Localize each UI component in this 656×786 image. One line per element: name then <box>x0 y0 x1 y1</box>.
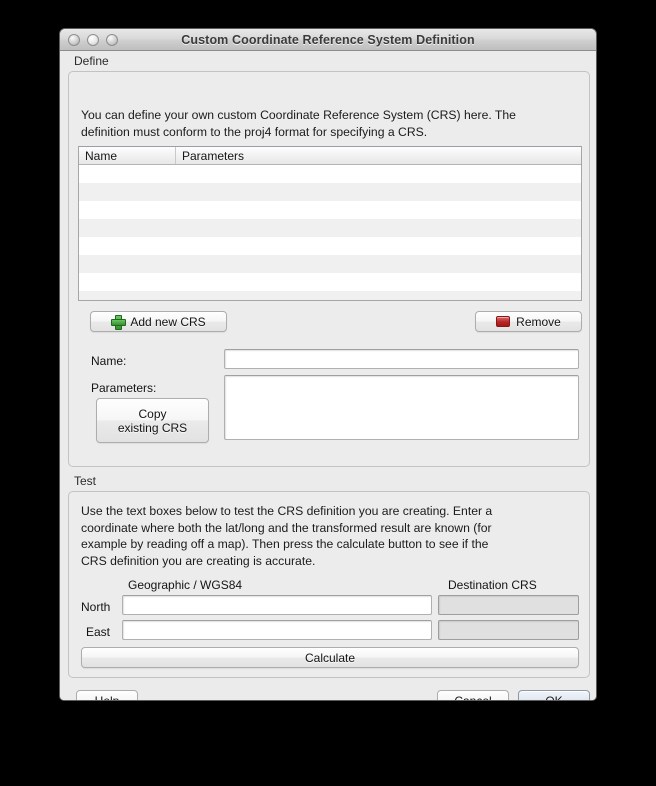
calculate-label: Calculate <box>304 650 356 665</box>
column-header-parameters[interactable]: Parameters <box>176 147 581 164</box>
table-header-row: Name Parameters <box>79 147 581 165</box>
table-row[interactable] <box>79 165 581 183</box>
column-divider <box>176 165 177 300</box>
parameters-input[interactable] <box>224 375 579 440</box>
cancel-label: Cancel <box>454 694 492 701</box>
table-body[interactable] <box>79 165 581 300</box>
column-header-name[interactable]: Name <box>79 147 176 164</box>
dialog-window: Custom Coordinate Reference System Defin… <box>59 28 597 701</box>
title-bar[interactable]: Custom Coordinate Reference System Defin… <box>60 29 596 51</box>
test-group-label: Test <box>74 474 97 488</box>
north-label: North <box>81 600 111 614</box>
table-row[interactable] <box>79 201 581 219</box>
table-row[interactable] <box>79 237 581 255</box>
help-button[interactable]: Help <box>76 690 138 701</box>
ok-button[interactable]: OK <box>518 690 590 701</box>
east-destination-output <box>438 620 579 640</box>
minimize-button[interactable] <box>87 33 99 46</box>
add-new-crs-label: Add new CRS <box>130 314 206 329</box>
table-row[interactable] <box>79 183 581 201</box>
remove-button[interactable]: Remove <box>475 311 582 332</box>
ok-label: OK <box>545 694 563 701</box>
table-row[interactable] <box>79 273 581 291</box>
define-description: You can define your own custom Coordinat… <box>81 108 516 139</box>
table-row[interactable] <box>79 291 581 300</box>
table-row[interactable] <box>79 255 581 273</box>
minus-icon <box>496 316 511 327</box>
zoom-button[interactable] <box>106 33 118 46</box>
copy-existing-crs-button[interactable]: Copy existing CRS <box>96 398 209 443</box>
north-input[interactable] <box>122 595 432 615</box>
parameters-label: Parameters: <box>91 381 157 395</box>
remove-label: Remove <box>516 314 561 329</box>
help-label: Help <box>94 694 120 701</box>
plus-icon <box>111 315 127 330</box>
name-label: Name: <box>91 354 127 368</box>
destination-header: Destination CRS <box>448 578 537 592</box>
north-destination-output <box>438 595 579 615</box>
cancel-button[interactable]: Cancel <box>437 690 509 701</box>
table-row[interactable] <box>79 219 581 237</box>
add-new-crs-button[interactable]: Add new CRS <box>90 311 227 332</box>
east-label: East <box>86 625 111 639</box>
geographic-header: Geographic / WGS84 <box>128 578 243 592</box>
copy-existing-crs-line2: existing CRS <box>117 420 188 435</box>
copy-existing-crs-line1: Copy <box>138 406 167 421</box>
dialog-content: Define You can define your own custom Co… <box>60 51 596 701</box>
define-group-label: Define <box>74 54 109 68</box>
crs-table[interactable]: Name Parameters <box>78 146 582 301</box>
window-controls <box>68 33 118 46</box>
window-title: Custom Coordinate Reference System Defin… <box>181 32 475 47</box>
test-description: Use the text boxes below to test the CRS… <box>81 504 493 568</box>
close-button[interactable] <box>68 33 80 46</box>
name-input[interactable] <box>224 349 579 369</box>
east-input[interactable] <box>122 620 432 640</box>
calculate-button[interactable]: Calculate <box>81 647 579 668</box>
